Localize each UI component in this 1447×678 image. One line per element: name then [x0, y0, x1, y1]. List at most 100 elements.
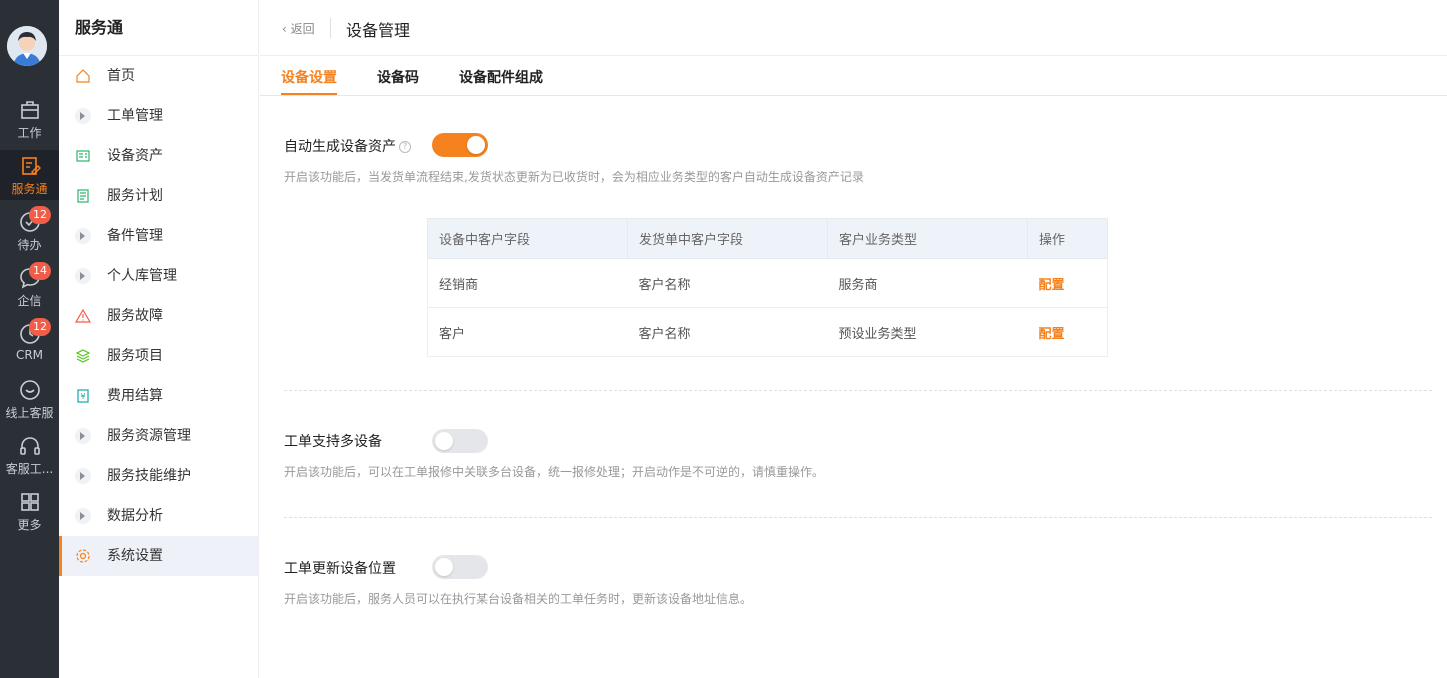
sidebar-item-personal-inventory[interactable]: 个人库管理: [59, 256, 258, 296]
todo-badge: 12: [29, 206, 51, 224]
rail-label: 待办: [17, 238, 42, 252]
customer-field-mapping-table: 设备中客户字段 发货单中客户字段 客户业务类型 操作 经销商 客户名称 服务商 …: [427, 218, 1108, 357]
sidebar-item-device-asset[interactable]: 设备资产: [59, 136, 258, 176]
table-cell: 服务商: [827, 258, 1028, 308]
sidebar-item-label: 服务资源管理: [107, 428, 191, 444]
tab-bar: 设备设置 设备码 设备配件组成: [260, 56, 1447, 96]
sidebar-item-service-skills[interactable]: 服务技能维护: [59, 456, 258, 496]
configure-link[interactable]: 配置: [1039, 327, 1065, 342]
table-row: 经销商 客户名称 服务商 配置: [427, 258, 1108, 308]
sidebar-item-service-fault[interactable]: 服务故障: [59, 296, 258, 336]
table-cell: 经销商: [427, 258, 628, 308]
tab-device-code[interactable]: 设备码: [377, 67, 419, 87]
sidebar-item-service-resources[interactable]: 服务资源管理: [59, 416, 258, 456]
tab-device-settings[interactable]: 设备设置: [281, 67, 337, 87]
sidebar-item-service-plan[interactable]: 服务计划: [59, 176, 258, 216]
sidebar-item-spare-parts[interactable]: 备件管理: [59, 216, 258, 256]
table-header-row: 设备中客户字段 发货单中客户字段 客户业务类型 操作: [427, 218, 1108, 259]
yen-icon: ¥: [77, 389, 89, 403]
page-header: ‹ 返回 设备管理: [260, 0, 1447, 56]
back-label: 返回: [290, 22, 315, 36]
layers-icon: [75, 349, 91, 363]
multi-device-toggle[interactable]: [432, 429, 488, 453]
rail-item-todo[interactable]: 12 待办: [0, 206, 59, 262]
rail-item-work[interactable]: 工作: [0, 98, 59, 150]
auto-asset-label: 自动生成设备资产: [284, 139, 396, 155]
update-location-toggle[interactable]: [432, 555, 488, 579]
sidebar-item-label: 服务项目: [107, 348, 163, 364]
update-location-description: 开启该功能后，服务人员可以在执行某台设备相关的工单任务时，更新该设备地址信息。: [284, 592, 753, 606]
toggle-knob: [435, 558, 453, 576]
sidebar-item-service-project[interactable]: 服务项目: [59, 336, 258, 376]
multi-device-label: 工单支持多设备: [284, 434, 382, 450]
rail-label: 更多: [17, 518, 42, 532]
table-cell: 客户名称: [627, 258, 828, 308]
plan-icon: [77, 189, 89, 203]
sidebar-item-home[interactable]: 首页: [59, 56, 258, 96]
tab-device-accessories[interactable]: 设备配件组成: [459, 67, 543, 87]
table-cell: 客户名称: [627, 307, 828, 357]
section-divider: [284, 390, 1432, 391]
crm-badge: 12: [29, 318, 51, 336]
menu-title: 服务通: [59, 0, 258, 56]
app-rail: 工作 服务通 12 待办 14 企信 12 CRM 线上客服 客服工... 更多: [0, 0, 59, 678]
sidebar-item-label: 服务计划: [107, 188, 163, 204]
rail-label: 线上客服: [5, 406, 54, 420]
page-title: 设备管理: [346, 21, 411, 40]
rail-item-crm[interactable]: 12 CRM: [0, 318, 59, 374]
toggle-knob: [467, 136, 485, 154]
rail-item-more[interactable]: 更多: [0, 490, 59, 542]
auto-asset-setting: 自动生成设备资产?: [284, 136, 411, 156]
sidebar-item-label: 个人库管理: [107, 268, 177, 284]
update-location-label: 工单更新设备位置: [284, 561, 396, 577]
header-divider: [330, 18, 331, 38]
active-tab-indicator: [281, 93, 337, 95]
sidebar-item-label: 备件管理: [107, 228, 163, 244]
rail-label: 工作: [17, 126, 42, 140]
configure-link[interactable]: 配置: [1039, 278, 1065, 293]
briefcase-icon: [20, 101, 39, 119]
rail-label: 企信: [17, 294, 42, 308]
toggle-knob: [435, 432, 453, 450]
sidebar-item-label: 数据分析: [107, 508, 163, 524]
table-row: 客户 客户名称 预设业务类型 配置: [427, 307, 1108, 357]
table-cell: 预设业务类型: [827, 307, 1028, 357]
auto-asset-toggle[interactable]: [432, 133, 488, 157]
table-cell: 客户: [427, 307, 628, 357]
column-header: 操作: [1027, 218, 1108, 259]
sidebar-item-fee-settlement[interactable]: ¥ 费用结算: [59, 376, 258, 416]
rail-item-online-service[interactable]: 线上客服: [0, 378, 59, 430]
user-avatar[interactable]: [7, 26, 47, 66]
auto-asset-description: 开启该功能后，当发货单流程结束,发货状态更新为已收货时，会为相应业务类型的客户自…: [284, 170, 864, 184]
warning-icon: [75, 308, 91, 323]
sidebar-item-label: 系统设置: [107, 548, 163, 564]
multi-device-description: 开启该功能后，可以在工单报修中关联多台设备，统一报修处理；开启动作是不可逆的，请…: [284, 465, 825, 479]
rail-label: 客服工...: [5, 462, 54, 476]
rail-item-service[interactable]: 服务通: [0, 150, 59, 200]
sidebar-item-label: 首页: [107, 68, 135, 84]
sidebar-menu: 服务通 首页 工单管理 设备资产 服务计划 备件管理 个人库管理 服务故障 服务…: [59, 0, 259, 678]
rail-label: CRM: [15, 348, 44, 362]
column-header: 客户业务类型: [827, 218, 1028, 259]
column-header: 设备中客户字段: [427, 218, 628, 259]
sidebar-item-label: 服务技能维护: [107, 468, 191, 484]
rail-item-customer-service[interactable]: 客服工...: [0, 434, 59, 486]
device-asset-icon: [76, 150, 90, 162]
main-content: ‹ 返回 设备管理 设备设置 设备码 设备配件组成 自动生成设备资产? 开启该功…: [260, 0, 1447, 678]
sidebar-item-label: 费用结算: [107, 388, 163, 404]
sidebar-item-system-settings[interactable]: 系统设置: [59, 536, 258, 576]
svg-text:¥: ¥: [80, 392, 85, 401]
help-icon[interactable]: ?: [399, 141, 411, 153]
section-divider: [284, 517, 1432, 518]
sidebar-item-work-order[interactable]: 工单管理: [59, 96, 258, 136]
back-button[interactable]: ‹ 返回: [282, 20, 315, 37]
column-header: 发货单中客户字段: [627, 218, 828, 259]
rail-item-message[interactable]: 14 企信: [0, 262, 59, 318]
online-service-icon: [19, 380, 40, 400]
sidebar-item-label: 服务故障: [107, 308, 163, 324]
sidebar-item-label: 设备资产: [107, 148, 163, 164]
gear-icon: [76, 549, 90, 563]
sidebar-item-data-analysis[interactable]: 数据分析: [59, 496, 258, 536]
home-icon: [76, 69, 90, 83]
sidebar-item-label: 工单管理: [107, 108, 163, 124]
